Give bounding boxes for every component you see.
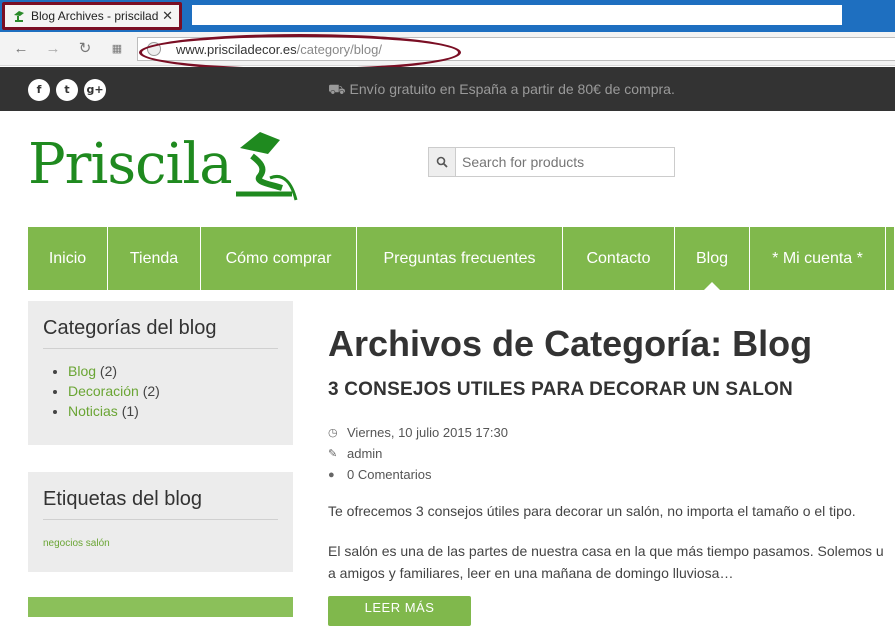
search-input[interactable] bbox=[456, 148, 674, 176]
menu-item[interactable]: Inicio bbox=[28, 227, 108, 290]
category-link[interactable]: Noticias bbox=[68, 403, 118, 419]
menu-item[interactable]: Contacto bbox=[563, 227, 675, 290]
list-item: Noticias (1) bbox=[68, 403, 278, 419]
menu-item[interactable]: Blog bbox=[675, 227, 750, 290]
tags-heading: Etiquetas del blog bbox=[43, 488, 278, 520]
read-more-button[interactable]: LEER MÁS bbox=[328, 596, 471, 626]
clock-icon: ◷ bbox=[328, 427, 338, 439]
list-item: Decoración (2) bbox=[68, 383, 278, 399]
site-logo[interactable]: Priscila bbox=[28, 132, 233, 197]
post-excerpt: Te ofrecemos 3 consejos útiles para deco… bbox=[328, 503, 856, 519]
facebook-icon[interactable]: f bbox=[28, 79, 50, 101]
categories-list: Blog (2) Decoración (2) Noticias (1) bbox=[68, 363, 278, 419]
menu-item[interactable]: * Mi cuenta * bbox=[750, 227, 886, 290]
product-search bbox=[428, 147, 675, 177]
menu-item[interactable]: Preguntas frecuentes bbox=[357, 227, 563, 290]
browser-tab[interactable]: Blog Archives - prisciladi ✕ bbox=[2, 2, 182, 30]
list-item: Blog (2) bbox=[68, 363, 278, 379]
tab-title: Blog Archives - prisciladi bbox=[31, 9, 159, 23]
shipping-notice: ⛟ Envío gratuito en España a partir de 8… bbox=[328, 81, 675, 97]
sidebar-widget bbox=[28, 597, 293, 617]
post-excerpt-line: El salón es una de las partes de nuestra… bbox=[328, 543, 884, 559]
category-link[interactable]: Decoración bbox=[68, 383, 139, 399]
site-topbar: f t g+ ⛟ Envío gratuito en España a part… bbox=[0, 67, 895, 111]
google-plus-icon[interactable]: g+ bbox=[84, 79, 106, 101]
menu-item[interactable] bbox=[886, 227, 895, 290]
apps-grid-icon[interactable]: ▦ bbox=[108, 40, 126, 58]
menu-item[interactable]: Tienda bbox=[108, 227, 201, 290]
url-annotation-ellipse bbox=[139, 34, 461, 71]
comments-icon: ● bbox=[328, 468, 335, 481]
main-menu: Inicio Tienda Cómo comprar Preguntas frecue… bbox=[28, 227, 895, 290]
close-tab-icon[interactable]: ✕ bbox=[162, 8, 173, 24]
logo-figure-icon bbox=[236, 132, 298, 201]
post-title[interactable]: 3 CONSEJOS UTILES PARA DECORAR UN SALON bbox=[328, 379, 895, 401]
pencil-icon: ✎ bbox=[328, 448, 338, 460]
category-link[interactable]: Blog bbox=[68, 363, 96, 379]
site-favicon-icon bbox=[11, 8, 27, 24]
twitter-icon[interactable]: t bbox=[56, 79, 78, 101]
page-title: Archivos de Categoría: Blog bbox=[328, 323, 813, 364]
categories-heading: Categorías del blog bbox=[43, 317, 278, 349]
tab-strip-blank bbox=[192, 5, 842, 25]
post-date: ◷ Viernes, 10 julio 2015 17:30 bbox=[328, 425, 508, 440]
post-comments[interactable]: ● 0 Comentarios bbox=[328, 467, 895, 482]
blog-tags-widget: Etiquetas del blog negocios salón bbox=[28, 472, 293, 572]
menu-item[interactable]: Cómo comprar bbox=[201, 227, 357, 290]
truck-icon: ⛟ bbox=[328, 81, 350, 97]
search-icon[interactable] bbox=[429, 148, 456, 176]
post-excerpt-line: a amigos y familiares, leer en una mañan… bbox=[328, 565, 734, 581]
back-arrow-icon[interactable]: ← bbox=[12, 40, 30, 58]
browser-tab-bar: Blog Archives - prisciladi ✕ bbox=[0, 0, 895, 32]
tag-link[interactable]: negocios salón bbox=[43, 538, 278, 549]
reload-icon[interactable]: ↻ bbox=[76, 40, 94, 58]
forward-arrow-icon[interactable]: → bbox=[44, 40, 62, 58]
post-author: ✎ admin bbox=[328, 446, 383, 461]
main-content: Archivos de Categoría: Blog 3 CONSEJOS U… bbox=[328, 323, 895, 584]
blog-categories-widget: Categorías del blog Blog (2) Decoración … bbox=[28, 301, 293, 445]
